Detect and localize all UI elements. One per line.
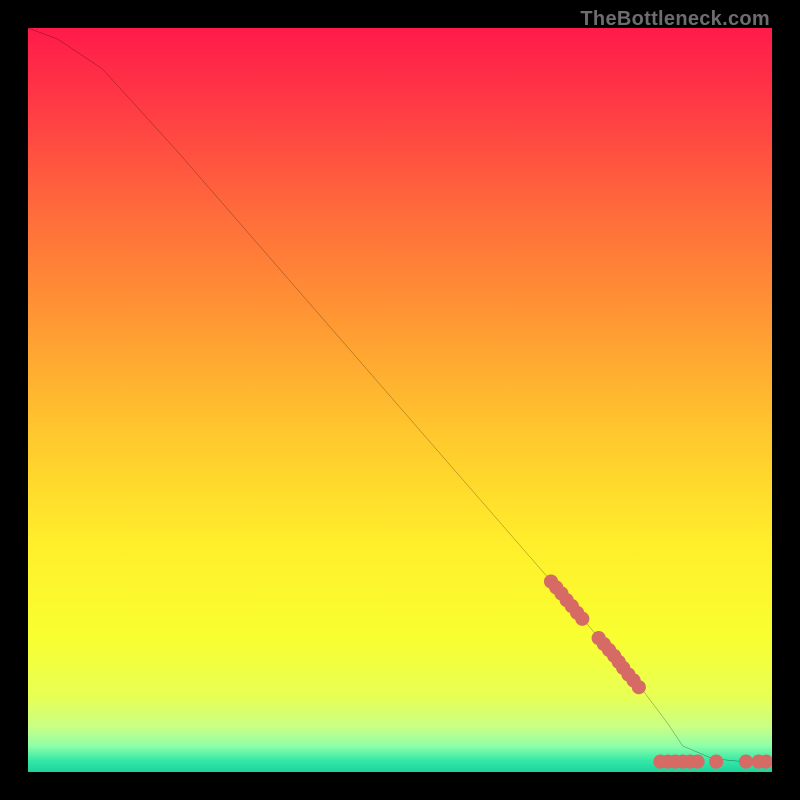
scatter-dot <box>691 755 705 769</box>
scatter-dots <box>544 574 772 768</box>
scatter-dot <box>632 680 646 694</box>
watermark-text: TheBottleneck.com <box>580 8 770 31</box>
chart-stage: TheBottleneck.com <box>0 0 800 800</box>
scatter-dot <box>709 755 723 769</box>
chart-overlay <box>28 28 772 772</box>
plot-area <box>28 28 772 772</box>
scatter-dot <box>739 755 753 769</box>
curve-line <box>28 28 772 763</box>
scatter-dot <box>575 612 589 626</box>
